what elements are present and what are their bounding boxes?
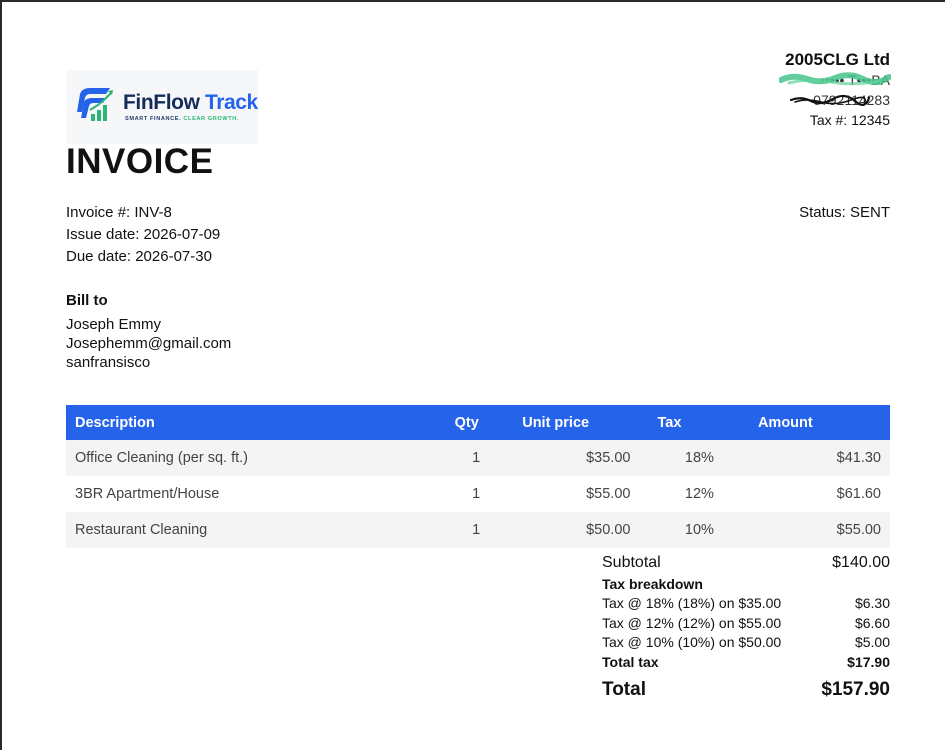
table-row: Restaurant Cleaning 1 $50.00 10% $55.00 <box>66 512 890 548</box>
logo-tagline: SMART FINANCE. CLEAR GROWTH. <box>125 116 239 122</box>
grand-total-label: Total <box>602 678 646 700</box>
cell-description: Restaurant Cleaning <box>66 512 439 548</box>
cell-tax: 18% <box>648 440 725 476</box>
invoice-meta: Invoice #: INV-8 Issue date: 2026-07-09 … <box>66 202 220 268</box>
tax-line-row: Tax @ 12% (12%) on $55.00 $6.60 <box>602 614 890 634</box>
logo-tagline-part2: CLEAR GROWTH. <box>183 116 240 122</box>
invoice-title: INVOICE <box>66 142 214 181</box>
cell-description: Office Cleaning (per sq. ft.) <box>66 440 439 476</box>
subtotal-value: $140.00 <box>832 554 890 571</box>
cell-amount: $41.30 <box>724 440 890 476</box>
tax-line-label: Tax @ 10% (10%) on $50.00 <box>602 634 782 650</box>
company-details: 2005CLG Ltd ••••• T•••BA 0792114283 Tax … <box>779 50 892 130</box>
tax-line-row: Tax @ 18% (18%) on $35.00 $6.30 <box>602 594 890 614</box>
cell-tax: 10% <box>648 512 725 548</box>
issue-date: Issue date: 2026-07-09 <box>66 226 221 243</box>
grand-total-value: $157.90 <box>821 678 890 700</box>
table-header-row: Description Qty Unit price Tax Amount <box>66 405 890 440</box>
column-header-qty: Qty <box>438 405 505 440</box>
logo-brand-part2: Track <box>204 91 258 114</box>
column-header-amount: Amount <box>724 405 890 440</box>
tax-line-row: Tax @ 10% (10%) on $50.00 $5.00 <box>602 633 890 653</box>
tax-line-value: $6.30 <box>854 595 890 611</box>
table-row: Office Cleaning (per sq. ft.) 1 $35.00 1… <box>66 440 890 476</box>
cell-qty: 1 <box>438 512 505 548</box>
company-name: 2005CLG Ltd <box>785 50 890 69</box>
column-header-tax: Tax <box>648 405 725 440</box>
table-row: 3BR Apartment/House 1 $55.00 12% $61.60 <box>66 476 890 512</box>
bill-to-address: sanfransisco <box>66 354 151 371</box>
subtotal-label: Subtotal <box>602 554 661 571</box>
logo-brand-part1: FinFlow <box>123 91 200 114</box>
tax-line-value: $5.00 <box>854 634 890 650</box>
company-phone-redacted: 0792114283 <box>785 90 890 110</box>
cell-unit-price: $50.00 <box>504 512 649 548</box>
column-header-description: Description <box>66 405 439 440</box>
cell-unit-price: $35.00 <box>504 440 649 476</box>
cell-qty: 1 <box>438 440 505 476</box>
bill-to-heading: Bill to <box>66 292 108 309</box>
company-address-text: ••••• T•••BA <box>819 72 890 88</box>
totals-section: Subtotal $140.00 Tax breakdown Tax @ 18%… <box>602 551 890 702</box>
bill-to-name: Joseph Emmy <box>66 316 162 333</box>
due-date: Due date: 2026-07-30 <box>66 248 212 265</box>
company-tax-number: Tax #: 12345 <box>809 112 890 128</box>
tax-line-value: $6.60 <box>854 614 890 631</box>
company-phone-text: 0792114283 <box>813 92 890 108</box>
logo-brand-name: FinFlow Track <box>123 92 258 113</box>
invoice-number: Invoice #: INV-8 <box>66 204 172 221</box>
cell-qty: 1 <box>438 476 505 512</box>
bill-to-section: Bill to Joseph Emmy Josephemm@gmail.com … <box>66 291 231 372</box>
cell-description: 3BR Apartment/House <box>66 476 439 512</box>
total-tax-value: $17.90 <box>847 653 890 670</box>
cell-amount: $55.00 <box>724 512 890 548</box>
invoice-status: Status: SENT <box>799 204 890 221</box>
cell-tax: 12% <box>648 476 725 512</box>
grand-total-row: Total $157.90 <box>602 678 890 702</box>
column-header-unit-price: Unit price <box>504 405 649 440</box>
subtotal-row: Subtotal $140.00 <box>602 551 890 574</box>
bill-to-email: Josephemm@gmail.com <box>66 335 232 352</box>
line-items-table: Description Qty Unit price Tax Amount Of… <box>66 405 890 548</box>
company-logo: FinFlow Track SMART FINANCE. CLEAR GROWT… <box>66 70 258 144</box>
company-address-redacted: ••••• T•••BA <box>779 70 892 90</box>
finflow-logo-icon <box>77 88 113 121</box>
total-tax-row: Total tax $17.90 <box>602 653 890 672</box>
tax-line-label: Tax @ 12% (12%) on $55.00 <box>602 614 782 631</box>
total-tax-label: Total tax <box>602 653 659 670</box>
cell-unit-price: $55.00 <box>504 476 649 512</box>
tax-line-label: Tax @ 18% (18%) on $35.00 <box>602 595 782 611</box>
invoice-page: FinFlow Track SMART FINANCE. CLEAR GROWT… <box>0 0 947 752</box>
cell-amount: $61.60 <box>724 476 890 512</box>
tax-breakdown-heading: Tax breakdown <box>602 576 703 592</box>
logo-tagline-part1: SMART FINANCE. <box>125 116 182 122</box>
